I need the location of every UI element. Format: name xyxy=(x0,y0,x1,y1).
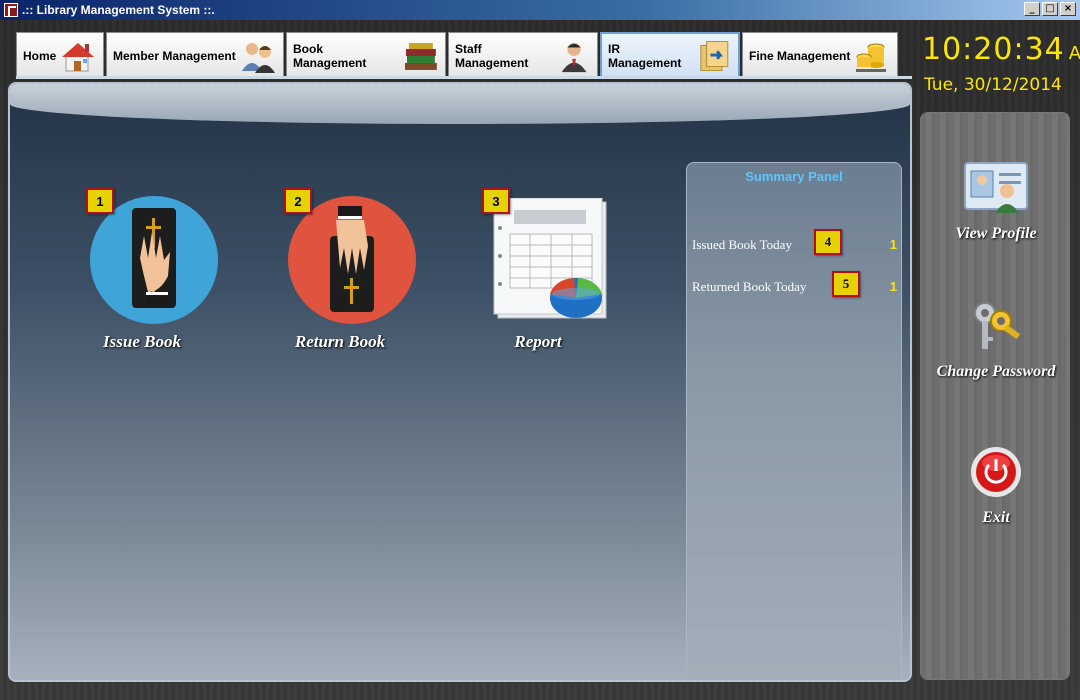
time-ampm: AM xyxy=(1068,43,1080,64)
exit-button[interactable]: Exit xyxy=(921,445,1071,555)
books-icon xyxy=(405,42,438,70)
report-icon xyxy=(493,198,607,319)
returned-today-label: Returned Book Today xyxy=(692,279,807,294)
badge-4: 4 xyxy=(814,229,842,255)
badge-1: 1 xyxy=(86,188,114,214)
issue-book-icon xyxy=(132,208,176,308)
return-book-label: Return Book xyxy=(294,332,386,351)
main-content-panel: 1 Issue Book 2 Return Book 3 Report Summ… xyxy=(8,82,912,682)
tab-bar: Home Member Management Book Management S… xyxy=(16,30,912,78)
view-profile-label: View Profile xyxy=(955,225,1037,242)
report-label: Report xyxy=(514,332,562,351)
tab-label: Home xyxy=(23,48,57,63)
right-sidebar: View Profile Change Password Exit xyxy=(920,112,1070,680)
minimize-button[interactable]: _ xyxy=(1024,2,1040,16)
return-book-icon xyxy=(330,206,374,312)
view-profile-button[interactable]: View Profile xyxy=(921,161,1071,271)
return-book-button[interactable]: 2 Return Book xyxy=(250,188,430,358)
report-button[interactable]: 3 Report xyxy=(448,188,628,358)
issue-book-label: Issue Book xyxy=(103,332,181,351)
tab-home[interactable]: Home xyxy=(16,32,104,78)
time-value: 10:20:34 xyxy=(922,32,1065,67)
power-icon xyxy=(971,447,1021,497)
tab-book-management[interactable]: Book Management xyxy=(286,32,446,78)
ir-icon xyxy=(700,41,729,71)
members-icon xyxy=(241,42,275,73)
close-button[interactable]: × xyxy=(1060,2,1076,16)
returned-today-value: 1 xyxy=(889,279,897,294)
clock-date: Tue, 30/12/2014 xyxy=(924,75,1062,95)
returned-today-row: Returned Book Today 5 1 xyxy=(692,271,897,299)
badge-3: 3 xyxy=(482,188,510,214)
house-icon xyxy=(62,42,95,71)
clock-time: 10:20:34AM xyxy=(922,32,1080,67)
exit-label: Exit xyxy=(982,509,1010,526)
tab-member-management[interactable]: Member Management xyxy=(106,32,284,78)
window-titlebar: .:: Library Management System ::. _ □ × xyxy=(0,0,1080,20)
window-title: .:: Library Management System ::. xyxy=(22,3,215,17)
tab-ir-management[interactable]: IR Management xyxy=(600,32,740,78)
tab-staff-management[interactable]: Staff Management xyxy=(448,32,598,78)
coins-icon xyxy=(856,43,887,72)
badge-5: 5 xyxy=(832,271,860,297)
tab-underline xyxy=(16,76,912,79)
summary-panel: Summary Panel Issued Book Today 4 1 Retu… xyxy=(686,162,902,680)
tab-label: Book Management xyxy=(293,41,367,70)
issue-book-button[interactable]: 1 Issue Book xyxy=(52,188,232,358)
issued-today-value: 1 xyxy=(889,237,897,252)
tab-label: IR Management xyxy=(608,42,682,70)
keys-icon xyxy=(974,302,1021,349)
summary-panel-title: Summary Panel xyxy=(745,169,843,184)
window-controls: _ □ × xyxy=(1024,2,1076,16)
tab-label: Member Management xyxy=(113,48,236,63)
change-password-label: Change Password xyxy=(936,363,1056,380)
issued-today-row: Issued Book Today 4 1 xyxy=(692,229,897,257)
badge-2: 2 xyxy=(284,188,312,214)
tab-fine-management[interactable]: Fine Management xyxy=(742,32,898,78)
tab-label: Staff Management xyxy=(455,41,529,70)
tab-label: Fine Management xyxy=(749,48,851,63)
app-area: Home Member Management Book Management S… xyxy=(0,20,1080,700)
app-icon xyxy=(4,3,18,17)
staff-icon xyxy=(561,42,587,72)
issued-today-label: Issued Book Today xyxy=(692,237,792,252)
panel-header-gloss xyxy=(10,84,910,124)
change-password-button[interactable]: Change Password xyxy=(921,299,1071,409)
profile-card-icon xyxy=(964,162,1028,213)
maximize-button[interactable]: □ xyxy=(1042,2,1058,16)
